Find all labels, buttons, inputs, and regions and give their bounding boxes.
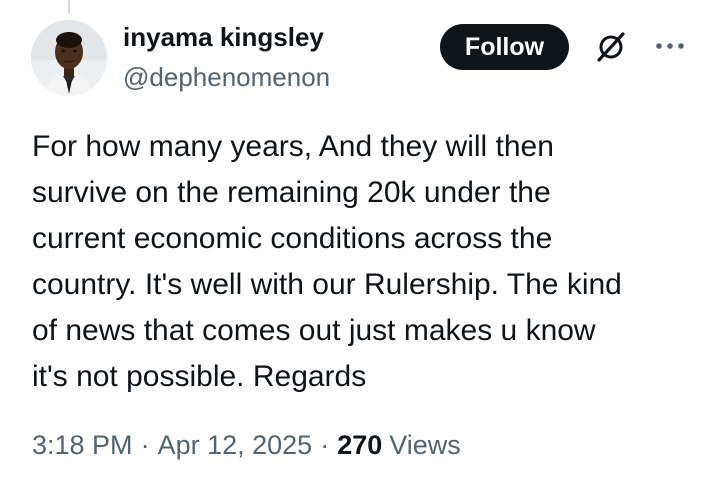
views-count: 270 xyxy=(337,430,383,460)
tweet-text: For how many years, And they will then s… xyxy=(32,124,702,400)
tweet-timestamp-time[interactable]: 3:18 PM xyxy=(32,430,133,461)
meta-separator: · xyxy=(140,430,150,460)
tweet-text-line: For how many years, And they will then xyxy=(32,130,554,163)
profile-photo-icon xyxy=(31,20,107,96)
tweet-metadata: 3:18 PM · Apr 12, 2025 · 270 Views xyxy=(32,430,461,461)
views-label: Views xyxy=(389,430,461,460)
tweet-text-line: of news that comes out just makes u know xyxy=(32,314,596,347)
tweet-text-line: it's not possible. Regards xyxy=(32,360,367,393)
more-options-button[interactable] xyxy=(652,30,688,62)
thread-connector-line xyxy=(68,0,70,14)
grok-icon xyxy=(597,32,625,62)
avatar[interactable] xyxy=(31,20,107,96)
tweet-text-line: country. It's well with our Rulership. T… xyxy=(32,268,622,301)
author-display-name[interactable]: inyama kingsley xyxy=(123,22,324,53)
tweet-timestamp-date[interactable]: Apr 12, 2025 xyxy=(158,430,313,461)
tweet-text-line: current economic conditions across the xyxy=(32,222,553,255)
grok-button[interactable] xyxy=(592,28,630,66)
author-handle[interactable]: @dephenomenon xyxy=(123,62,330,93)
more-horizontal-icon xyxy=(656,43,684,49)
tweet-text-line: survive on the remaining 20k under the xyxy=(32,176,551,209)
meta-separator: · xyxy=(320,430,330,460)
follow-button[interactable]: Follow xyxy=(440,24,569,70)
